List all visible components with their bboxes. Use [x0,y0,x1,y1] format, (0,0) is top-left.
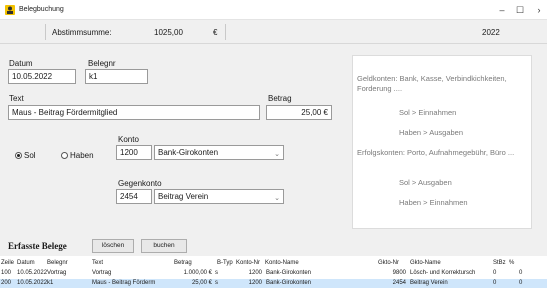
cell-percent: 0 [519,280,523,286]
gegenkonto-nr-input[interactable]: 2454 [116,189,152,204]
cell-btyp: s [215,270,218,276]
datum-label: Datum [9,59,33,68]
chevron-down-icon: ⌄ [274,151,280,158]
belege-heading: Erfasste Belege [8,241,67,251]
divider [45,24,46,40]
column-header: % [509,260,515,266]
divider [225,24,226,40]
cell-btyp: s [215,280,218,286]
abstimmsumme-value: 1025,00 [154,28,183,37]
table-row[interactable]: 100 10.05.2022 Vortrag Vortrag 1.000,00 … [0,269,547,278]
gegenkonto-select-value: Beitrag Verein [158,192,209,201]
chevron-down-icon: ⌄ [274,195,280,202]
cell-konto-nr: 1200 [248,280,262,286]
column-header: Zeile [1,260,15,266]
cell-betrag: 1.000,00 € [183,270,212,276]
cell-zeile: 100 [1,270,12,276]
konto-nr-input[interactable]: 1200 [116,145,152,160]
cell-konto-name: Bank-Girokonten [266,270,312,276]
column-header: StBz [493,260,506,266]
column-header: Gkto-Name [410,260,441,266]
column-header: Belegnr [47,260,68,266]
minimize-button[interactable]: – [494,3,510,17]
book-button[interactable]: buchen [141,239,187,253]
cell-belegnr: k1 [47,280,54,286]
sol-radio-label: Sol [24,151,36,160]
abstimmsumme-label: Abstimmsumme: [52,28,112,37]
delete-button[interactable]: löschen [92,239,134,253]
table-row-selected[interactable]: 200 10.05.2022 k1 Maus - Beitrag Förderm… [0,279,547,288]
belege-toolbar: Erfasste Belege löschen buchen [0,234,547,256]
window-title: Belegbuchung [19,6,64,13]
cell-text: Vortrag [92,270,112,276]
konto-label: Konto [118,135,139,144]
gegenkonto-select[interactable]: Beitrag Verein ⌄ [154,189,284,204]
cell-konto-name: Bank-Girokonten [266,280,312,286]
gegenkonto-label: Gegenkonto [118,179,162,188]
datum-input[interactable]: 10.05.2022 [8,69,76,84]
cell-gkto-nr: 2454 [392,280,406,286]
cell-gkto-name: Lösch- und Korrektursch [410,270,476,276]
column-header: Gkto-Nr [378,260,399,266]
belegnr-input[interactable]: k1 [85,69,148,84]
cell-text: Maus - Beitrag Förderm [92,280,156,286]
text-input[interactable]: Maus - Beitrag Fördermitglied [8,105,260,120]
year-label: 2022 [482,28,500,37]
belege-table: Zeile Datum Belegnr Text Betrag B-Typ Ko… [0,256,547,294]
summary-bar: Abstimmsumme: 1025,00 € 2022 [0,20,547,44]
haben-radio[interactable]: Haben [61,151,94,160]
currency-symbol: € [213,28,218,37]
geldkonten-info: Geldkonten: Bank, Kasse, Verbindkichkeit… [357,74,507,93]
erfolgskonten-sol-rule: Sol > Ausgaben [399,178,452,187]
app-icon [5,5,15,15]
column-header: Text [92,260,104,266]
column-header: Datum [17,260,35,266]
cell-gkto-nr: 9800 [392,270,406,276]
betrag-input[interactable]: 25,00 € [266,105,332,120]
cell-betrag: 25,00 € [191,280,212,286]
column-header: B-Typ [217,260,233,266]
konto-select[interactable]: Bank-Girokonten ⌄ [154,145,284,160]
column-header: Konto-Name [265,260,299,266]
sol-radio[interactable]: Sol [15,151,36,160]
cell-percent: 0 [519,270,523,276]
cell-stbz: 0 [493,270,497,276]
cell-belegnr: Vortrag [47,270,67,276]
title-bar: Belegbuchung – ☐ › [0,0,547,20]
cell-gkto-name: Beitrag Verein [410,280,448,286]
betrag-label: Betrag [268,94,292,103]
cell-zeile: 200 [1,280,12,286]
radio-empty-icon [61,152,68,159]
cell-konto-nr: 1200 [248,270,262,276]
haben-radio-label: Haben [70,151,94,160]
booking-form: Datum 10.05.2022 Belegnr k1 Text Maus - … [0,44,547,240]
konto-select-value: Bank-Girokonten [158,148,219,157]
radio-selected-icon [15,152,22,159]
column-header: Konto-Nr [236,260,261,266]
geldkonten-sol-rule: Sol > Einnahmen [399,108,457,117]
text-label: Text [9,94,24,103]
erfolgskonten-info: Erfolgskonten: Porto, Aufnahmegebühr, Bü… [357,148,515,157]
close-button[interactable]: › [531,3,547,17]
cell-stbz: 0 [493,280,497,286]
cell-datum: 10.05.2022 [17,280,47,286]
table-header: Zeile Datum Belegnr Text Betrag B-Typ Ko… [0,259,547,268]
column-header: Betrag [174,260,192,266]
maximize-button[interactable]: ☐ [512,3,528,17]
belegnr-label: Belegnr [88,59,116,68]
geldkonten-haben-rule: Haben > Ausgaben [399,128,464,137]
cell-datum: 10.05.2022 [17,270,47,276]
erfolgskonten-haben-rule: Haben > Einnahmen [399,198,468,207]
info-panel: Geldkonten: Bank, Kasse, Verbindkichkeit… [352,55,532,229]
